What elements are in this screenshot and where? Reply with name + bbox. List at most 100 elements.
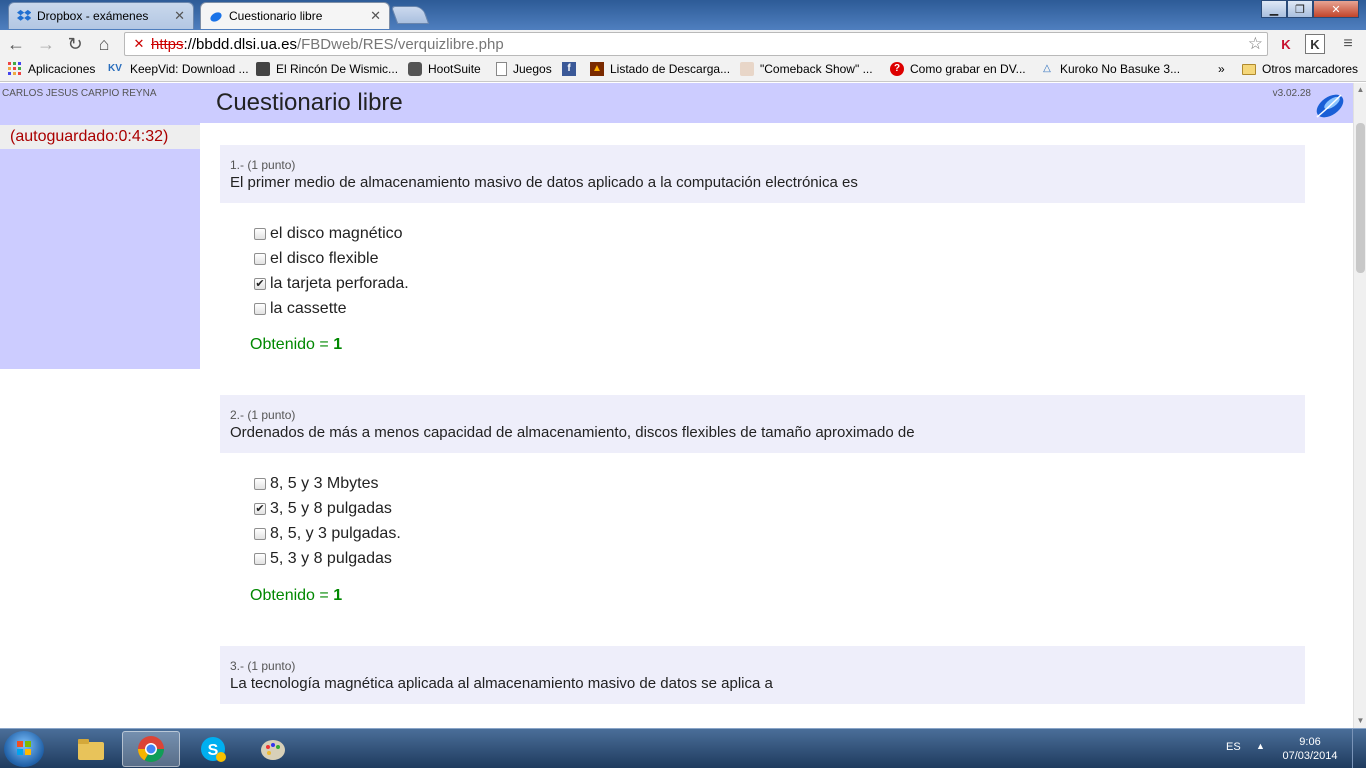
maximize-button[interactable]: ❐	[1287, 0, 1313, 18]
checkbox[interactable]: ✔	[254, 277, 266, 290]
clock-date: 07/03/2014	[1282, 750, 1338, 762]
new-tab-button[interactable]	[390, 6, 430, 24]
bookmarks-overflow-button[interactable]: »	[1218, 62, 1225, 76]
bookmark-facebook[interactable]: f	[562, 62, 582, 76]
bookmark-rincon[interactable]: El Rincón De Wismic...	[256, 62, 398, 76]
question-text: La tecnología magnética aplicada al alma…	[230, 675, 773, 692]
scroll-thumb[interactable]	[1356, 123, 1365, 273]
minimize-button[interactable]: ▁	[1261, 0, 1287, 18]
keepvid-icon: KV	[108, 63, 122, 74]
facebook-icon: f	[562, 62, 576, 76]
checkbox[interactable]	[254, 477, 266, 490]
taskbar-paint[interactable]	[244, 731, 302, 767]
system-clock[interactable]: 9:06 07/03/2014	[1280, 735, 1340, 763]
answer-option[interactable]: ✔ 3, 5 y 8 pulgadas	[254, 496, 401, 521]
url-host: ://bbdd.dlsi.ua.es	[183, 35, 297, 53]
forward-icon[interactable]: →	[34, 32, 58, 56]
checkbox[interactable]: ✔	[254, 502, 266, 515]
bookmark-keepvid[interactable]: KV KeepVid: Download ...	[106, 62, 249, 76]
apps-grid-icon	[8, 62, 22, 76]
tab-title: Cuestionario libre	[229, 9, 323, 23]
answer-options: el disco magnético el disco flexible ✔ la…	[254, 221, 409, 321]
taskbar-skype[interactable]: S	[184, 731, 242, 767]
start-button[interactable]	[4, 731, 44, 767]
checkbox[interactable]	[254, 252, 266, 265]
answer-option[interactable]: ✔ la tarjeta perforada.	[254, 271, 409, 296]
bookmark-other[interactable]: Otros marcadores	[1242, 62, 1358, 76]
home-icon[interactable]: ⌂	[92, 32, 116, 56]
user-name: CARLOS JESUS CARPIO REYNA	[2, 88, 157, 99]
close-window-button[interactable]: ✕	[1313, 0, 1359, 18]
extension-k-icon[interactable]: K	[1305, 34, 1325, 54]
bookmark-apps[interactable]: Aplicaciones	[8, 62, 95, 76]
address-bar[interactable]: ✕ https://bbdd.dlsi.ua.es/FBDweb/RES/ver…	[124, 32, 1268, 56]
option-label: 3, 5 y 8 pulgadas	[270, 499, 392, 517]
window-titlebar: Dropbox - exámenes ✕ Cuestionario libre …	[0, 0, 1366, 30]
question-header: 3.- (1 punto) La tecnología magnética ap…	[220, 646, 1305, 704]
bookmark-label: KeepVid: Download ...	[130, 62, 249, 76]
answer-option[interactable]: 8, 5, y 3 pulgadas.	[254, 521, 401, 546]
question-score: Obtenido = 1	[250, 336, 342, 354]
question-header: 1.- (1 punto) El primer medio de almacen…	[220, 145, 1305, 203]
option-label: la tarjeta perforada.	[270, 274, 409, 292]
sidebar: (autoguardado:0:4:32)	[0, 123, 200, 369]
back-icon[interactable]: ←	[4, 32, 28, 56]
answer-option[interactable]: 5, 3 y 8 pulgadas	[254, 546, 401, 571]
avatar-icon	[740, 62, 754, 76]
close-tab-icon[interactable]: ✕	[370, 8, 381, 24]
checkbox[interactable]	[254, 552, 266, 565]
menu-icon[interactable]: ≡	[1338, 34, 1358, 54]
option-label: 5, 3 y 8 pulgadas	[270, 549, 392, 567]
bookmark-label: "Comeback Show" ...	[760, 62, 873, 76]
bookmark-label: Kuroko No Basuke 3...	[1060, 62, 1181, 76]
scroll-up-icon[interactable]: ▲	[1356, 85, 1365, 95]
bookmark-listado[interactable]: ▲ Listado de Descarga...	[590, 62, 730, 76]
score-value: 1	[333, 336, 343, 353]
taskbar-explorer[interactable]	[62, 731, 120, 767]
score-label: Obtenido =	[250, 336, 329, 353]
score-value: 1	[333, 587, 343, 604]
checkbox[interactable]	[254, 527, 266, 540]
bookmark-label: HootSuite	[428, 62, 481, 76]
checkbox[interactable]	[254, 227, 266, 240]
checkbox[interactable]	[254, 302, 266, 315]
show-desktop-button[interactable]	[1352, 729, 1366, 768]
page-scrollbar[interactable]: ▲ ▼	[1353, 83, 1366, 728]
question-icon: ?	[890, 62, 904, 76]
tab-dropbox[interactable]: Dropbox - exámenes ✕	[8, 2, 194, 29]
dropbox-icon	[17, 9, 32, 23]
score-label: Obtenido =	[250, 587, 329, 604]
bookmark-hootsuite[interactable]: HootSuite	[408, 62, 481, 76]
scroll-down-icon[interactable]: ▼	[1356, 716, 1365, 726]
bookmark-grabar[interactable]: ? Como grabar en DV...	[890, 62, 1026, 76]
question-meta: 2.- (1 punto)	[230, 408, 296, 422]
close-tab-icon[interactable]: ✕	[174, 8, 185, 24]
tray-expand-icon[interactable]: ▲	[1256, 741, 1265, 751]
browser-toolbar: ← → ↻ ⌂ ✕ https://bbdd.dlsi.ua.es/FBDweb…	[0, 30, 1366, 58]
reload-icon[interactable]: ↻	[63, 32, 87, 56]
bookmark-comeback[interactable]: "Comeback Show" ...	[740, 62, 873, 76]
kaspersky-icon[interactable]: K	[1276, 34, 1296, 54]
answer-option[interactable]: 8, 5 y 3 Mbytes	[254, 471, 401, 496]
folder-icon	[1242, 63, 1256, 75]
flame-icon: ▲	[590, 62, 604, 76]
bookmark-juegos[interactable]: Juegos	[496, 62, 552, 76]
paint-palette-icon	[261, 740, 285, 760]
bookmark-star-icon[interactable]: ☆	[1248, 34, 1263, 54]
taskbar-chrome[interactable]	[122, 731, 180, 767]
triangle-icon: △	[1043, 63, 1051, 74]
bookmarks-bar: Aplicaciones KV KeepVid: Download ... El…	[0, 58, 1366, 82]
page-header: CARLOS JESUS CARPIO REYNA Cuestionario l…	[0, 83, 1353, 123]
tab-cuestionario[interactable]: Cuestionario libre ✕	[200, 2, 390, 29]
bookmark-label: El Rincón De Wismic...	[276, 62, 399, 76]
answer-option[interactable]: el disco flexible	[254, 246, 409, 271]
folder-icon	[78, 739, 104, 760]
insecure-lock-icon[interactable]: ✕	[131, 36, 147, 52]
answer-option[interactable]: la cassette	[254, 296, 409, 321]
language-indicator[interactable]: ES	[1226, 741, 1241, 753]
option-label: 8, 5, y 3 pulgadas.	[270, 524, 401, 542]
avatar-icon	[256, 62, 270, 76]
bookmark-kuroko[interactable]: △ Kuroko No Basuke 3...	[1040, 62, 1180, 76]
question-score: Obtenido = 1	[250, 587, 342, 605]
answer-option[interactable]: el disco magnético	[254, 221, 409, 246]
